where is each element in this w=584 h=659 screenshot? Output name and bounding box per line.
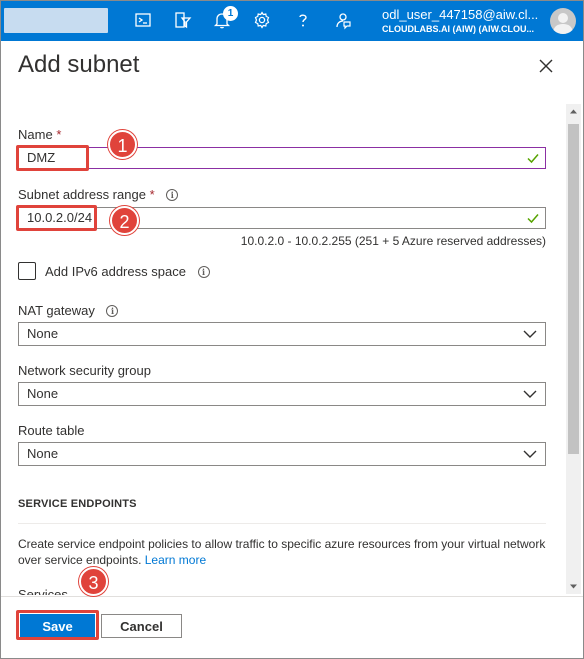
nat-gateway-label-text: NAT gateway xyxy=(18,303,95,318)
subnet-range-hint: 10.0.2.0 - 10.0.2.255 (251 + 5 Azure res… xyxy=(240,234,546,248)
ipv6-label-text: Add IPv6 address space xyxy=(45,264,186,279)
page-title: Add subnet xyxy=(18,51,140,78)
feedback-icon[interactable] xyxy=(333,10,353,30)
info-icon[interactable]: i xyxy=(197,266,210,278)
service-endpoints-description: Create service endpoint policies to allo… xyxy=(18,536,558,568)
notification-count-badge: 1 xyxy=(223,6,238,21)
name-field[interactable]: DMZ xyxy=(18,147,546,169)
service-endpoints-heading: SERVICE ENDPOINTS xyxy=(18,498,137,510)
chevron-down-icon xyxy=(523,390,537,398)
name-label-text: Name xyxy=(18,127,53,142)
directory-filter-icon[interactable] xyxy=(173,10,193,30)
avatar[interactable] xyxy=(550,8,576,34)
global-search-box[interactable] xyxy=(4,8,108,33)
required-marker: * xyxy=(56,127,62,142)
route-table-label: Route table xyxy=(18,423,85,438)
divider xyxy=(18,523,546,524)
save-button[interactable]: Save xyxy=(20,614,95,638)
scroll-down-arrow-icon[interactable] xyxy=(566,579,581,594)
settings-icon[interactable] xyxy=(252,10,272,30)
info-icon[interactable]: i xyxy=(106,305,119,317)
name-field-value: DMZ xyxy=(27,150,56,165)
scrollbar-thumb[interactable] xyxy=(568,124,579,454)
portal-top-bar: 1 odl_user_447158@aiw.cl... CLOUDLABS.AI… xyxy=(0,0,584,41)
nsg-select[interactable]: None xyxy=(18,382,546,406)
ipv6-label[interactable]: Add IPv6 address space i xyxy=(45,264,210,279)
annotation-step-2-badge: 2 xyxy=(110,206,139,235)
nsg-label: Network security group xyxy=(18,363,151,378)
chevron-down-icon xyxy=(523,450,537,458)
name-label: Name * xyxy=(18,127,61,142)
route-table-select[interactable]: None xyxy=(18,442,546,466)
info-icon[interactable]: i xyxy=(166,189,179,201)
nat-gateway-label: NAT gateway i xyxy=(18,303,119,318)
help-icon[interactable] xyxy=(293,10,313,30)
learn-more-link[interactable]: Learn more xyxy=(145,553,206,567)
subnet-range-value: 10.0.2.0/24 xyxy=(27,210,93,225)
required-marker: * xyxy=(149,187,155,202)
close-icon[interactable] xyxy=(535,55,557,77)
chevron-down-icon xyxy=(523,330,537,338)
nat-gateway-value: None xyxy=(27,326,59,341)
service-endpoints-description-text: Create service endpoint policies to allo… xyxy=(18,537,546,567)
annotation-step-1-badge: 1 xyxy=(108,130,137,159)
valid-check-icon xyxy=(527,154,539,164)
nat-gateway-select[interactable]: None xyxy=(18,322,546,346)
services-label: Services xyxy=(18,587,68,595)
route-table-value: None xyxy=(27,446,59,461)
panel-scrollbar[interactable] xyxy=(566,104,581,594)
subnet-range-label-text: Subnet address range xyxy=(18,187,146,202)
account-user-name[interactable]: odl_user_447158@aiw.cl... xyxy=(382,7,538,22)
annotation-step-3-badge: 3 xyxy=(79,567,108,596)
valid-check-icon xyxy=(527,214,539,224)
subnet-range-field[interactable]: 10.0.2.0/24 xyxy=(18,207,546,229)
cloud-shell-icon[interactable] xyxy=(133,10,153,30)
account-tenant-name[interactable]: CLOUDLABS.AI (AIW) (AIW.CLOU... xyxy=(382,24,534,34)
cancel-button[interactable]: Cancel xyxy=(101,614,182,638)
nsg-value: None xyxy=(27,386,59,401)
scroll-up-arrow-icon[interactable] xyxy=(566,104,581,119)
ipv6-checkbox[interactable] xyxy=(18,262,36,280)
subnet-range-label: Subnet address range * i xyxy=(18,187,179,202)
